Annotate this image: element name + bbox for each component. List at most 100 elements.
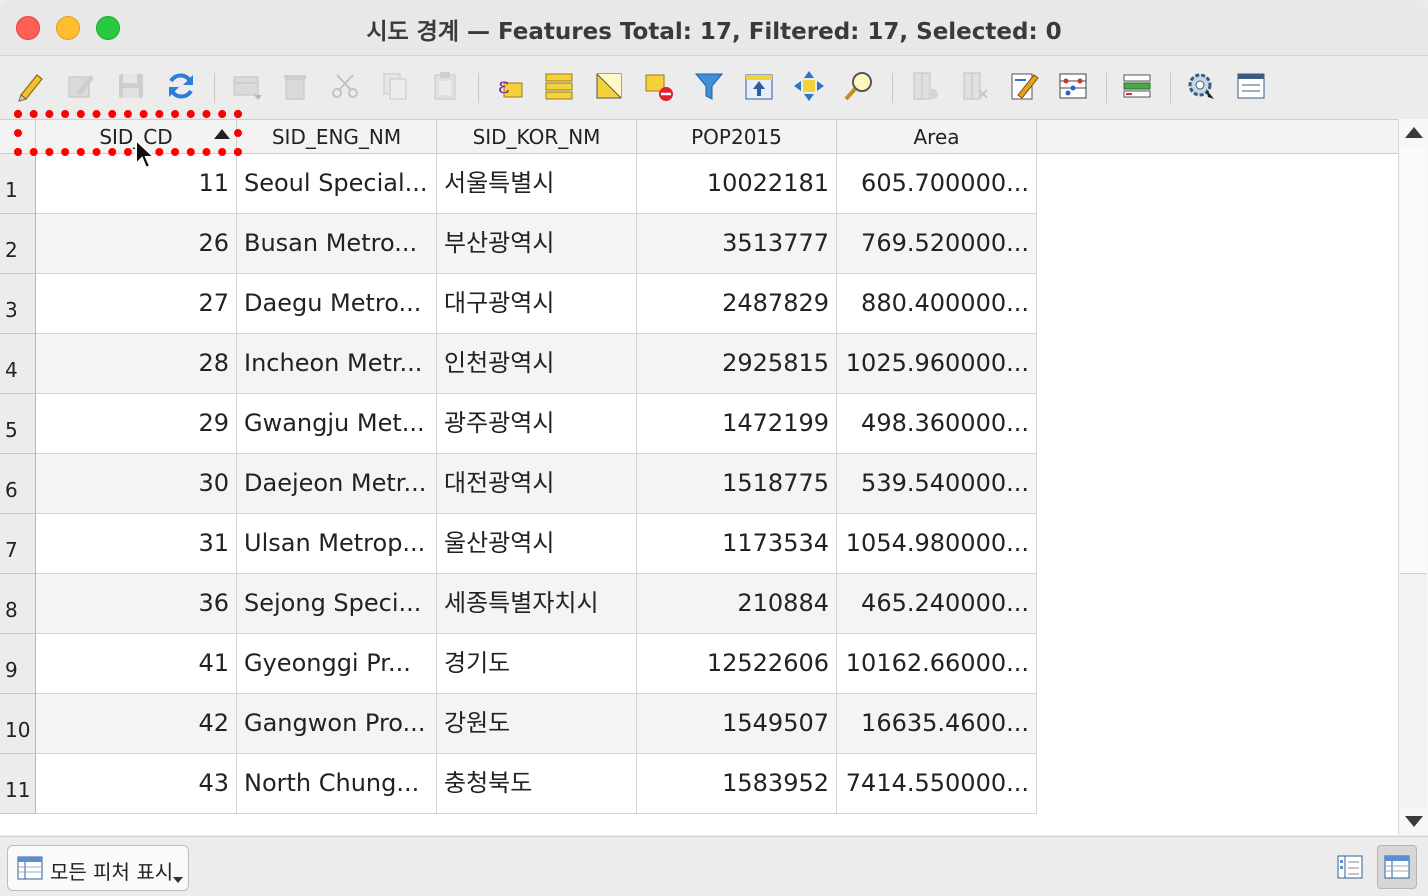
cell-sid-kor-nm[interactable]: 경기도	[437, 634, 637, 694]
select-by-expression-button[interactable]: ε	[490, 67, 528, 105]
field-calculator-button[interactable]	[1004, 67, 1042, 105]
table-row[interactable]: 7 31 Ulsan Metrop... 울산광역시 1173534 1054.98000…	[0, 514, 1037, 574]
cell-area[interactable]: 605.700000...	[837, 154, 1037, 214]
cell-sid-kor-nm[interactable]: 부산광역시	[437, 214, 637, 274]
cell-area[interactable]: 1054.980000...	[837, 514, 1037, 574]
cell-sid-kor-nm[interactable]: 서울특별시	[437, 154, 637, 214]
column-header-sid-cd[interactable]: SID_CD	[36, 120, 237, 154]
cell-pop2015[interactable]: 210884	[637, 574, 837, 634]
table-row[interactable]: 8 36 Sejong Speci... 세종특별자치시 210884 465.24000…	[0, 574, 1037, 634]
cell-area[interactable]: 1025.960000...	[837, 334, 1037, 394]
column-header-sid-kor-nm[interactable]: SID_KOR_NM	[437, 120, 637, 154]
multi-edit-button[interactable]	[62, 67, 100, 105]
cell-sid-kor-nm[interactable]: 인천광역시	[437, 334, 637, 394]
reload-button[interactable]	[162, 67, 200, 105]
cell-sid-eng-nm[interactable]: Gangwon Pro...	[237, 694, 437, 754]
add-feature-button[interactable]	[228, 67, 266, 105]
deselect-all-button[interactable]	[640, 67, 678, 105]
cell-sid-eng-nm[interactable]: Seoul Special...	[237, 154, 437, 214]
cell-pop2015[interactable]: 1173534	[637, 514, 837, 574]
cell-area[interactable]: 880.400000...	[837, 274, 1037, 334]
table-row[interactable]: 2 26 Busan Metro... 부산광역시 3513777 769.520000.…	[0, 214, 1037, 274]
row-number-header[interactable]: 7	[0, 514, 36, 574]
cell-area[interactable]: 16635.4600...	[837, 694, 1037, 754]
cell-sid-eng-nm[interactable]: Gwangju Met...	[237, 394, 437, 454]
cell-pop2015[interactable]: 2487829	[637, 274, 837, 334]
new-field-button[interactable]	[906, 67, 944, 105]
toggle-editing-button[interactable]	[12, 67, 50, 105]
delete-selected-button[interactable]	[276, 67, 314, 105]
column-header-pop2015[interactable]: POP2015	[637, 120, 837, 154]
cell-sid-cd[interactable]: 36	[36, 574, 237, 634]
cell-sid-eng-nm[interactable]: North Chung...	[237, 754, 437, 814]
row-number-header[interactable]: 4	[0, 334, 36, 394]
row-number-header[interactable]: 2	[0, 214, 36, 274]
table-row[interactable]: 11 43 North Chung... 충청북도 1583952 7414.550000…	[0, 754, 1037, 814]
cell-sid-cd[interactable]: 30	[36, 454, 237, 514]
cell-sid-cd[interactable]: 31	[36, 514, 237, 574]
row-number-header[interactable]: 6	[0, 454, 36, 514]
cell-sid-kor-nm[interactable]: 울산광역시	[437, 514, 637, 574]
cell-sid-cd[interactable]: 29	[36, 394, 237, 454]
cell-sid-kor-nm[interactable]: 충청북도	[437, 754, 637, 814]
cell-sid-cd[interactable]: 42	[36, 694, 237, 754]
conditional-formatting-button[interactable]	[1054, 67, 1092, 105]
table-row[interactable]: 10 42 Gangwon Pro... 강원도 1549507 16635.4600..…	[0, 694, 1037, 754]
save-edits-button[interactable]	[112, 67, 150, 105]
column-header-area[interactable]: Area	[837, 120, 1037, 154]
cell-sid-eng-nm[interactable]: Gyeonggi Pr...	[237, 634, 437, 694]
table-view-button[interactable]	[1377, 845, 1417, 889]
delete-field-button[interactable]	[956, 67, 994, 105]
cell-sid-eng-nm[interactable]: Sejong Speci...	[237, 574, 437, 634]
pan-to-selected-button[interactable]	[790, 67, 828, 105]
cell-pop2015[interactable]: 12522606	[637, 634, 837, 694]
row-number-header[interactable]: 10	[0, 694, 36, 754]
actions-button[interactable]	[1118, 67, 1156, 105]
scrollbar-thumb[interactable]	[1400, 573, 1427, 807]
dock-button[interactable]	[1182, 67, 1220, 105]
paste-button[interactable]	[426, 67, 464, 105]
scroll-up-arrow-icon[interactable]	[1405, 127, 1423, 138]
cell-pop2015[interactable]: 2925815	[637, 334, 837, 394]
column-header-sid-eng-nm[interactable]: SID_ENG_NM	[237, 120, 437, 154]
table-row[interactable]: 6 30 Daejeon Metr... 대전광역시 1518775 539.540000…	[0, 454, 1037, 514]
table-row[interactable]: 1 11 Seoul Special... 서울특별시 10022181 605.7000…	[0, 154, 1037, 214]
cell-pop2015[interactable]: 10022181	[637, 154, 837, 214]
cell-sid-eng-nm[interactable]: Ulsan Metrop...	[237, 514, 437, 574]
corner-header[interactable]	[0, 120, 36, 154]
cell-sid-cd[interactable]: 41	[36, 634, 237, 694]
filter-button[interactable]	[690, 67, 728, 105]
copy-button[interactable]	[376, 67, 414, 105]
table-row[interactable]: 5 29 Gwangju Met... 광주광역시 1472199 498.360000.…	[0, 394, 1037, 454]
scroll-down-arrow-icon[interactable]	[1405, 816, 1423, 827]
cell-sid-kor-nm[interactable]: 대전광역시	[437, 454, 637, 514]
cell-sid-cd[interactable]: 27	[36, 274, 237, 334]
cell-sid-cd[interactable]: 28	[36, 334, 237, 394]
cell-area[interactable]: 498.360000...	[837, 394, 1037, 454]
row-number-header[interactable]: 9	[0, 634, 36, 694]
cell-pop2015[interactable]: 1549507	[637, 694, 837, 754]
form-view-button[interactable]	[1330, 845, 1370, 889]
cell-area[interactable]: 539.540000...	[837, 454, 1037, 514]
cell-sid-cd[interactable]: 26	[36, 214, 237, 274]
cell-pop2015[interactable]: 3513777	[637, 214, 837, 274]
cell-area[interactable]: 7414.550000...	[837, 754, 1037, 814]
table-row[interactable]: 3 27 Daegu Metro... 대구광역시 2487829 880.400000.…	[0, 274, 1037, 334]
row-number-header[interactable]: 8	[0, 574, 36, 634]
row-number-header[interactable]: 3	[0, 274, 36, 334]
cell-sid-cd[interactable]: 11	[36, 154, 237, 214]
row-number-header[interactable]: 11	[0, 754, 36, 814]
cell-sid-eng-nm[interactable]: Busan Metro...	[237, 214, 437, 274]
vertical-scrollbar[interactable]	[1398, 119, 1428, 835]
cut-button[interactable]	[326, 67, 364, 105]
row-number-header[interactable]: 5	[0, 394, 36, 454]
table-row[interactable]: 4 28 Incheon Metr... 인천광역시 2925815 1025.96000…	[0, 334, 1037, 394]
cell-sid-kor-nm[interactable]: 강원도	[437, 694, 637, 754]
select-all-button[interactable]	[540, 67, 578, 105]
cell-pop2015[interactable]: 1472199	[637, 394, 837, 454]
cell-sid-kor-nm[interactable]: 대구광역시	[437, 274, 637, 334]
cell-sid-kor-nm[interactable]: 광주광역시	[437, 394, 637, 454]
cell-sid-eng-nm[interactable]: Daegu Metro...	[237, 274, 437, 334]
cell-sid-kor-nm[interactable]: 세종특별자치시	[437, 574, 637, 634]
table-row[interactable]: 9 41 Gyeonggi Pr... 경기도 12522606 10162.66000.…	[0, 634, 1037, 694]
